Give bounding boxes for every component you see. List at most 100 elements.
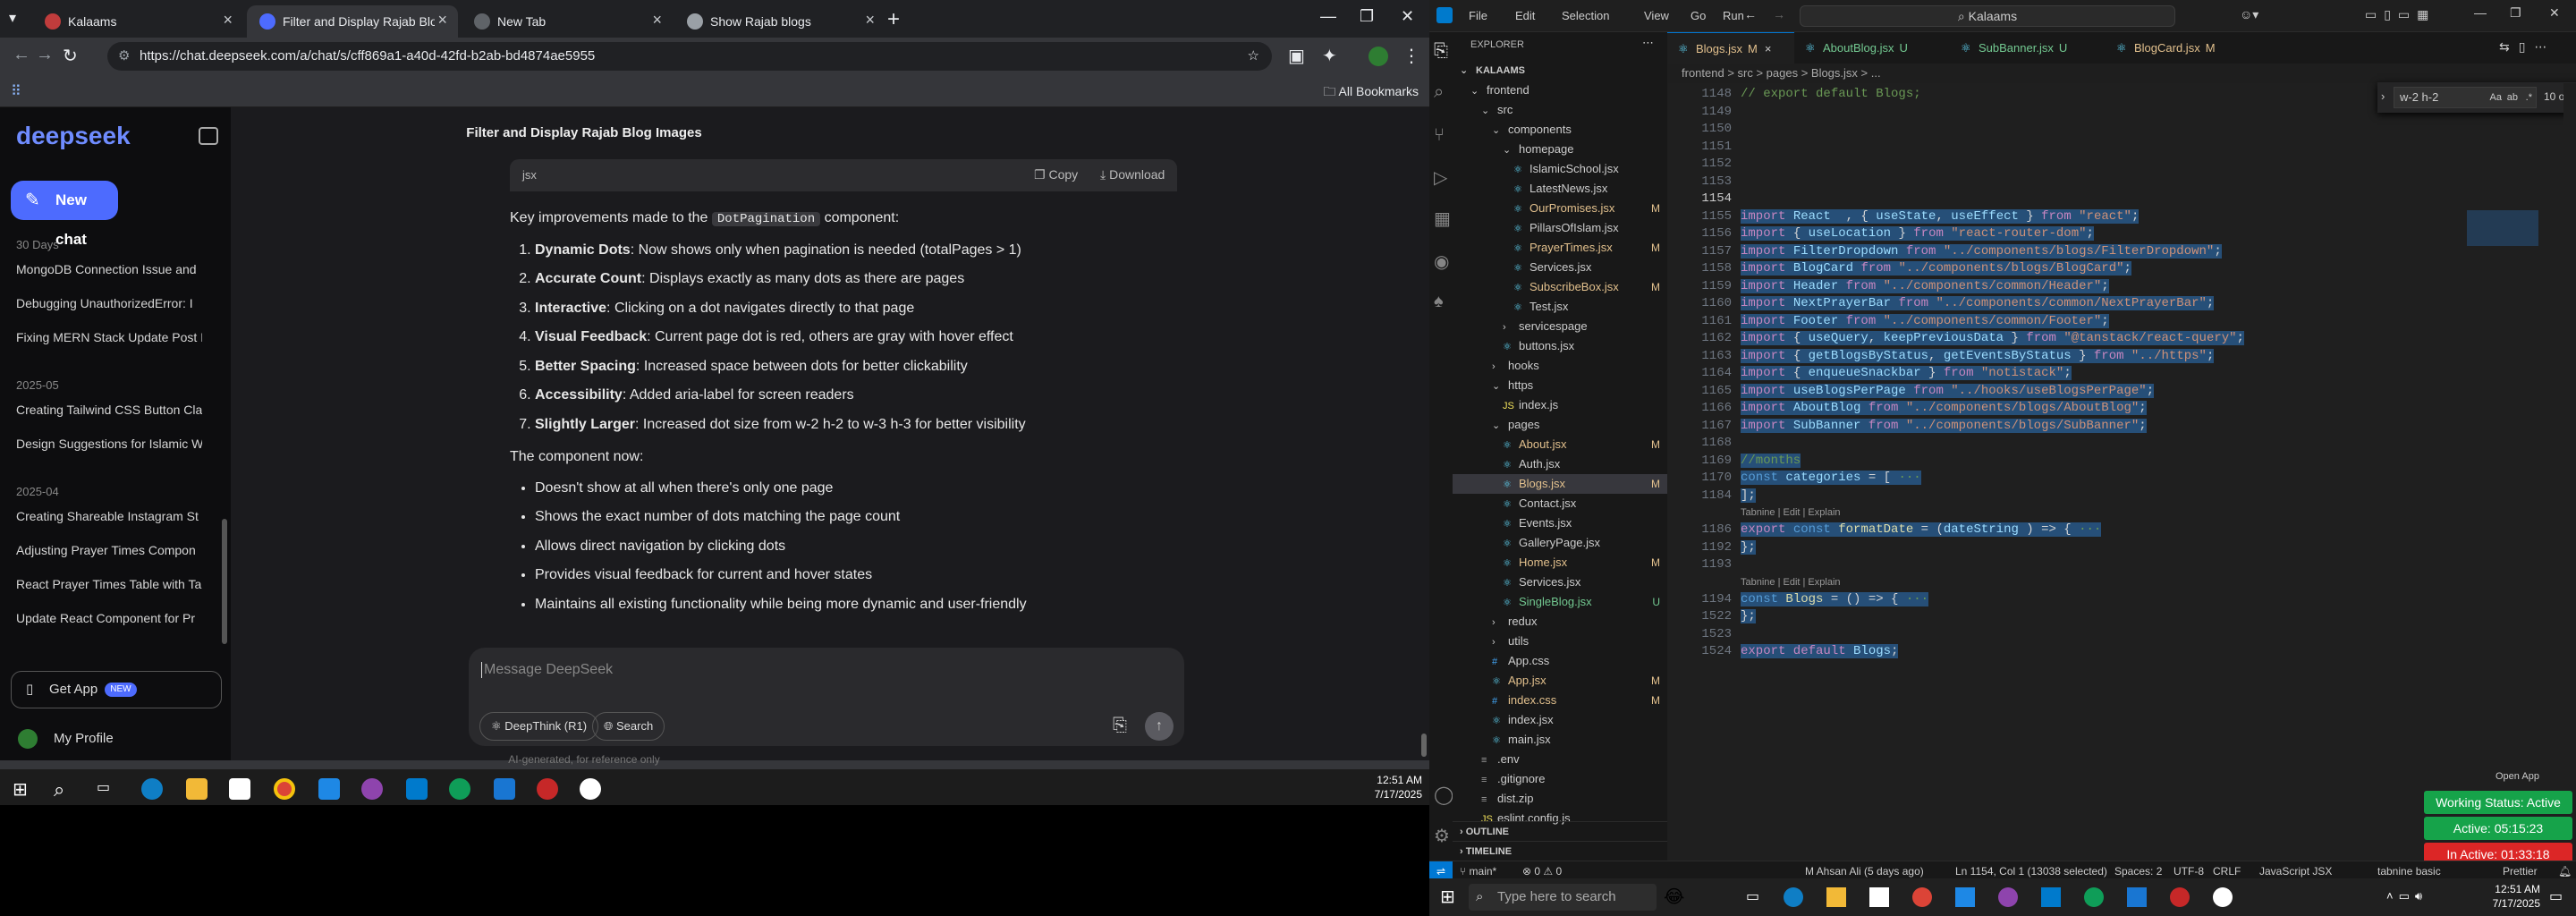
menu-item[interactable]: Go (1690, 9, 1706, 22)
tree-item[interactable]: # App.css (1453, 651, 1667, 671)
tree-item[interactable]: ⌄ pages (1453, 415, 1667, 435)
tree-item[interactable]: ⚛ Services.jsx (1453, 572, 1667, 592)
tree-item[interactable]: ⚛ buttons.jsx (1453, 336, 1667, 356)
codelens-hint[interactable]: Tabnine | Edit | Explain (1741, 507, 1841, 518)
windows-start-icon[interactable]: ⊞ (1440, 886, 1455, 908)
taskbar-search[interactable]: ⌕ Type here to search (1469, 884, 1657, 911)
edge-icon[interactable] (1784, 887, 1803, 907)
vscode-icon[interactable] (406, 778, 428, 800)
tree-item[interactable]: ⚛ SingleBlog.jsx U (1453, 592, 1667, 612)
tree-item[interactable]: ⚛ App.jsx M (1453, 671, 1667, 691)
tree-item[interactable]: ⌄ src (1453, 100, 1667, 120)
menu-item[interactable]: Edit (1515, 9, 1535, 22)
maximize-icon[interactable]: ❐ (1360, 7, 1374, 26)
deepseek-logo[interactable]: deepseek (16, 122, 131, 150)
attach-icon[interactable]: ⎘ (1113, 716, 1127, 736)
tree-item[interactable]: ⚛ PillarsOfIslam.jsx (1453, 218, 1667, 238)
tree-item[interactable]: ⌄ https (1453, 376, 1667, 395)
vscode-blue-icon[interactable] (318, 778, 340, 800)
tree-item[interactable]: # index.css M (1453, 691, 1667, 710)
tree-item[interactable]: › redux (1453, 612, 1667, 632)
chrome-icon[interactable] (2084, 887, 2104, 907)
problems-indicator[interactable]: ⊗ 0 ⚠ 0 (1522, 861, 1562, 878)
editor-actions[interactable]: ⇆▯⋯ (2499, 39, 2555, 55)
menu-item[interactable]: View (1644, 9, 1669, 22)
tree-item[interactable]: ⚛ Home.jsx M (1453, 553, 1667, 572)
tree-item[interactable]: ⚛ Blogs.jsx M (1453, 474, 1667, 494)
emoji-widget-icon[interactable]: 😂 (1664, 886, 1684, 908)
tray-icons[interactable]: ˄▭🔊︎ (2386, 889, 2428, 903)
task-view-icon[interactable]: ▭ (1746, 887, 1759, 905)
history-item[interactable]: Adjusting Prayer Times Compon (16, 543, 202, 557)
history-item[interactable]: MongoDB Connection Issue and (16, 262, 202, 276)
extensions-puzzle-icon[interactable]: ✦ (1322, 45, 1337, 67)
collapse-sidebar-icon[interactable] (199, 127, 218, 145)
profile-button[interactable]: My Profile (18, 726, 215, 751)
search-icon[interactable]: ⌕ (54, 778, 75, 801)
sidebar-scrollbar[interactable] (222, 519, 227, 644)
history-item[interactable]: Creating Shareable Instagram St (16, 509, 202, 523)
github-icon[interactable] (1998, 887, 2018, 907)
tree-item[interactable]: ⌄ components (1453, 120, 1667, 140)
github-icon[interactable] (361, 778, 383, 800)
ai-icon[interactable] (580, 778, 601, 800)
back-icon[interactable]: ← (13, 45, 30, 65)
codelens-hint[interactable]: Tabnine | Edit | Explain (1741, 577, 1841, 588)
tab-kalaams[interactable]: Kalaams × (32, 5, 243, 38)
tree-item[interactable]: › servicespage (1453, 317, 1667, 336)
chrome-icon[interactable] (537, 778, 558, 800)
maximize-icon[interactable]: ❐ (2510, 5, 2521, 21)
editor-tab[interactable]: ⚛ AboutBlog.jsx U (1794, 32, 1950, 64)
tree-item[interactable]: ⚛ OurPromises.jsx M (1453, 199, 1667, 218)
extension-icon[interactable]: ▣ (1288, 45, 1305, 67)
tab-show-rajab-blogs[interactable]: Show Rajab blogs × (674, 5, 886, 38)
minimize-icon[interactable]: — (1320, 7, 1336, 26)
close-window-icon[interactable]: ✕ (1401, 7, 1414, 26)
tree-item[interactable]: › hooks (1453, 356, 1667, 376)
git-branch[interactable]: ⑂ main* (1460, 861, 1496, 878)
indentation[interactable]: Spaces: 2 (2114, 861, 2162, 878)
apps-grid-icon[interactable]: ⠿ (11, 82, 21, 100)
vscode-icon[interactable] (2041, 887, 2061, 907)
new-tab-icon[interactable]: + (887, 7, 900, 32)
code-editor[interactable]: 1148 // export default Blogs; 1149 1150 1151… (1667, 83, 2576, 861)
minimap-slider[interactable] (2467, 210, 2538, 246)
photos-icon[interactable] (494, 778, 515, 800)
chrome-icon[interactable] (449, 778, 470, 800)
layout-icons[interactable]: ▭▯▭▦ (2365, 7, 2436, 22)
remote-indicator[interactable]: ⇌ (1429, 861, 1453, 878)
tree-item[interactable]: ⌄ homepage (1453, 140, 1667, 159)
chrome-icon[interactable] (2170, 887, 2190, 907)
prettier-status[interactable]: Prettier (2503, 861, 2538, 878)
tree-item[interactable]: ⚛ Services.jsx (1453, 258, 1667, 277)
scroll-thumb[interactable] (1421, 734, 1427, 757)
history-item[interactable]: Fixing MERN Stack Update Post I (16, 330, 202, 344)
notification-icon[interactable]: ▭ (2549, 887, 2563, 905)
tree-item[interactable]: ≡ .env (1453, 750, 1667, 769)
store-icon[interactable] (229, 778, 250, 800)
all-bookmarks-folder[interactable]: 🗀 All Bookmarks (1323, 82, 1419, 104)
history-item[interactable]: Creating Tailwind CSS Button Cla (16, 403, 202, 417)
tree-item[interactable]: ⚛ main.jsx (1453, 730, 1667, 750)
nav-back-icon[interactable]: ← (1744, 7, 1757, 21)
line-ending[interactable]: CRLF (2213, 861, 2241, 878)
vscode-blue-icon[interactable] (1955, 887, 1975, 907)
history-item[interactable]: React Prayer Times Table with Ta (16, 577, 202, 591)
editor-tab[interactable]: ⚛ Blogs.jsx M × (1667, 32, 1794, 64)
tree-item[interactable]: ⚛ SubscribeBox.jsx M (1453, 277, 1667, 297)
history-item[interactable]: Update React Component for Pr (16, 611, 202, 625)
chrome-icon[interactable] (274, 778, 295, 800)
tab-deepseek[interactable]: Filter and Display Rajab Blog Im × (247, 5, 458, 38)
chat-scrollbar[interactable] (1420, 107, 1428, 760)
explorer-more-icon[interactable]: ⋯ (1642, 36, 1654, 50)
clock[interactable]: 12:51 AM 7/17/2025 (1354, 773, 1422, 802)
new-chat-button[interactable]: ✎ New chat (11, 181, 118, 248)
close-tab-icon[interactable]: × (652, 11, 662, 30)
store-icon[interactable] (1869, 887, 1889, 907)
clock[interactable]: 12:51 AM 7/17/2025 (2474, 882, 2540, 911)
tab-search-icon[interactable]: ▾ (9, 9, 29, 29)
tree-item[interactable]: ⚛ PrayerTimes.jsx M (1453, 238, 1667, 258)
menu-item[interactable]: Run (1723, 9, 1744, 22)
editor-scrollbar[interactable] (2563, 83, 2576, 861)
search-toggle[interactable]: 🌐︎ Search (592, 712, 665, 741)
